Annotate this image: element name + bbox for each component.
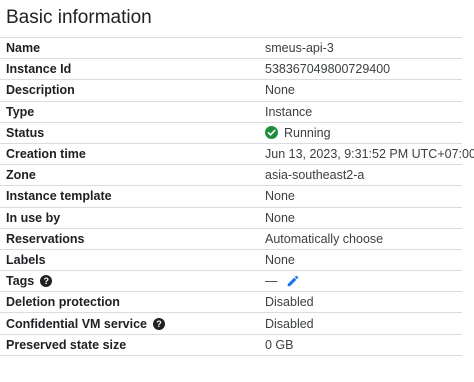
confidential-vm-label-text: Confidential VM service <box>6 316 148 331</box>
row-value-tags: — <box>265 271 300 291</box>
row-label-in-use-by: In use by <box>6 210 61 225</box>
section-title: Basic information <box>6 7 152 28</box>
row-label-preserved-state-size: Preserved state size <box>6 337 127 352</box>
table-row: Instance Id 538367049800729400 <box>0 59 462 81</box>
table-row: Type Instance <box>0 102 462 123</box>
row-label-labels: Labels <box>6 252 46 267</box>
row-value-reservations: Automatically choose <box>265 231 384 246</box>
row-label-tags: Tags ? <box>6 271 53 291</box>
row-label-instance-id: Instance Id <box>6 62 72 77</box>
row-value-deletion-protection: Disabled <box>265 295 314 310</box>
help-icon[interactable]: ? <box>40 275 53 288</box>
row-label-type: Type <box>6 104 35 119</box>
row-value-zone: asia-southeast2-a <box>265 168 365 183</box>
row-value-description: None <box>265 83 295 98</box>
row-value-name: smeus-api-3 <box>265 41 334 56</box>
table-row: Description None <box>0 80 462 102</box>
status-text: Running <box>284 125 331 140</box>
table-row: Name smeus-api-3 <box>0 38 462 60</box>
row-label-description: Description <box>6 83 75 98</box>
row-value-creation-time: Jun 13, 2023, 9:31:52 PM UTC+07:00 <box>265 147 474 162</box>
table-row: In use by None <box>0 208 462 229</box>
table-row: Labels None <box>0 250 462 272</box>
row-label-zone: Zone <box>6 168 36 183</box>
row-label-deletion-protection: Deletion protection <box>6 295 120 310</box>
table-row: Preserved state size 0 GB <box>0 335 462 356</box>
row-value-instance-template: None <box>265 189 295 204</box>
table-row: Tags ? — <box>0 271 462 293</box>
row-label-confidential-vm: Confidential VM service ? <box>6 313 166 333</box>
row-label-name: Name <box>6 41 41 56</box>
check-circle-icon <box>265 126 278 140</box>
table-row: Instance template None <box>0 186 462 208</box>
table-row: Zone asia-southeast2-a <box>0 165 462 187</box>
row-value-status: Running <box>265 123 331 143</box>
table-row: Creation time Jun 13, 2023, 9:31:52 PM U… <box>0 144 474 166</box>
row-value-preserved-state-size: 0 GB <box>265 337 294 352</box>
table-row: Status Running <box>0 123 462 144</box>
table-row: Confidential VM service ? Disabled <box>0 313 462 335</box>
row-label-creation-time: Creation time <box>6 147 86 162</box>
row-label-instance-template: Instance template <box>6 189 112 204</box>
row-label-reservations: Reservations <box>6 231 85 246</box>
tags-value-text: — <box>265 274 278 289</box>
basic-information-panel: Basic information Name smeus-api-3 Insta… <box>0 0 474 382</box>
help-icon[interactable]: ? <box>153 317 166 330</box>
row-value-instance-id: 538367049800729400 <box>265 62 391 77</box>
table-row: Reservations Automatically choose <box>0 229 462 250</box>
table-row: Deletion protection Disabled <box>0 292 462 314</box>
row-value-confidential-vm: Disabled <box>265 316 314 331</box>
row-value-labels: None <box>265 252 295 267</box>
row-label-status: Status <box>6 125 45 140</box>
details-table: Name smeus-api-3 Instance Id 53836704980… <box>0 37 474 356</box>
tags-label-text: Tags <box>6 274 35 289</box>
row-value-in-use-by: None <box>265 210 295 225</box>
pencil-edit-icon[interactable] <box>286 274 300 288</box>
row-value-type: Instance <box>265 104 313 119</box>
